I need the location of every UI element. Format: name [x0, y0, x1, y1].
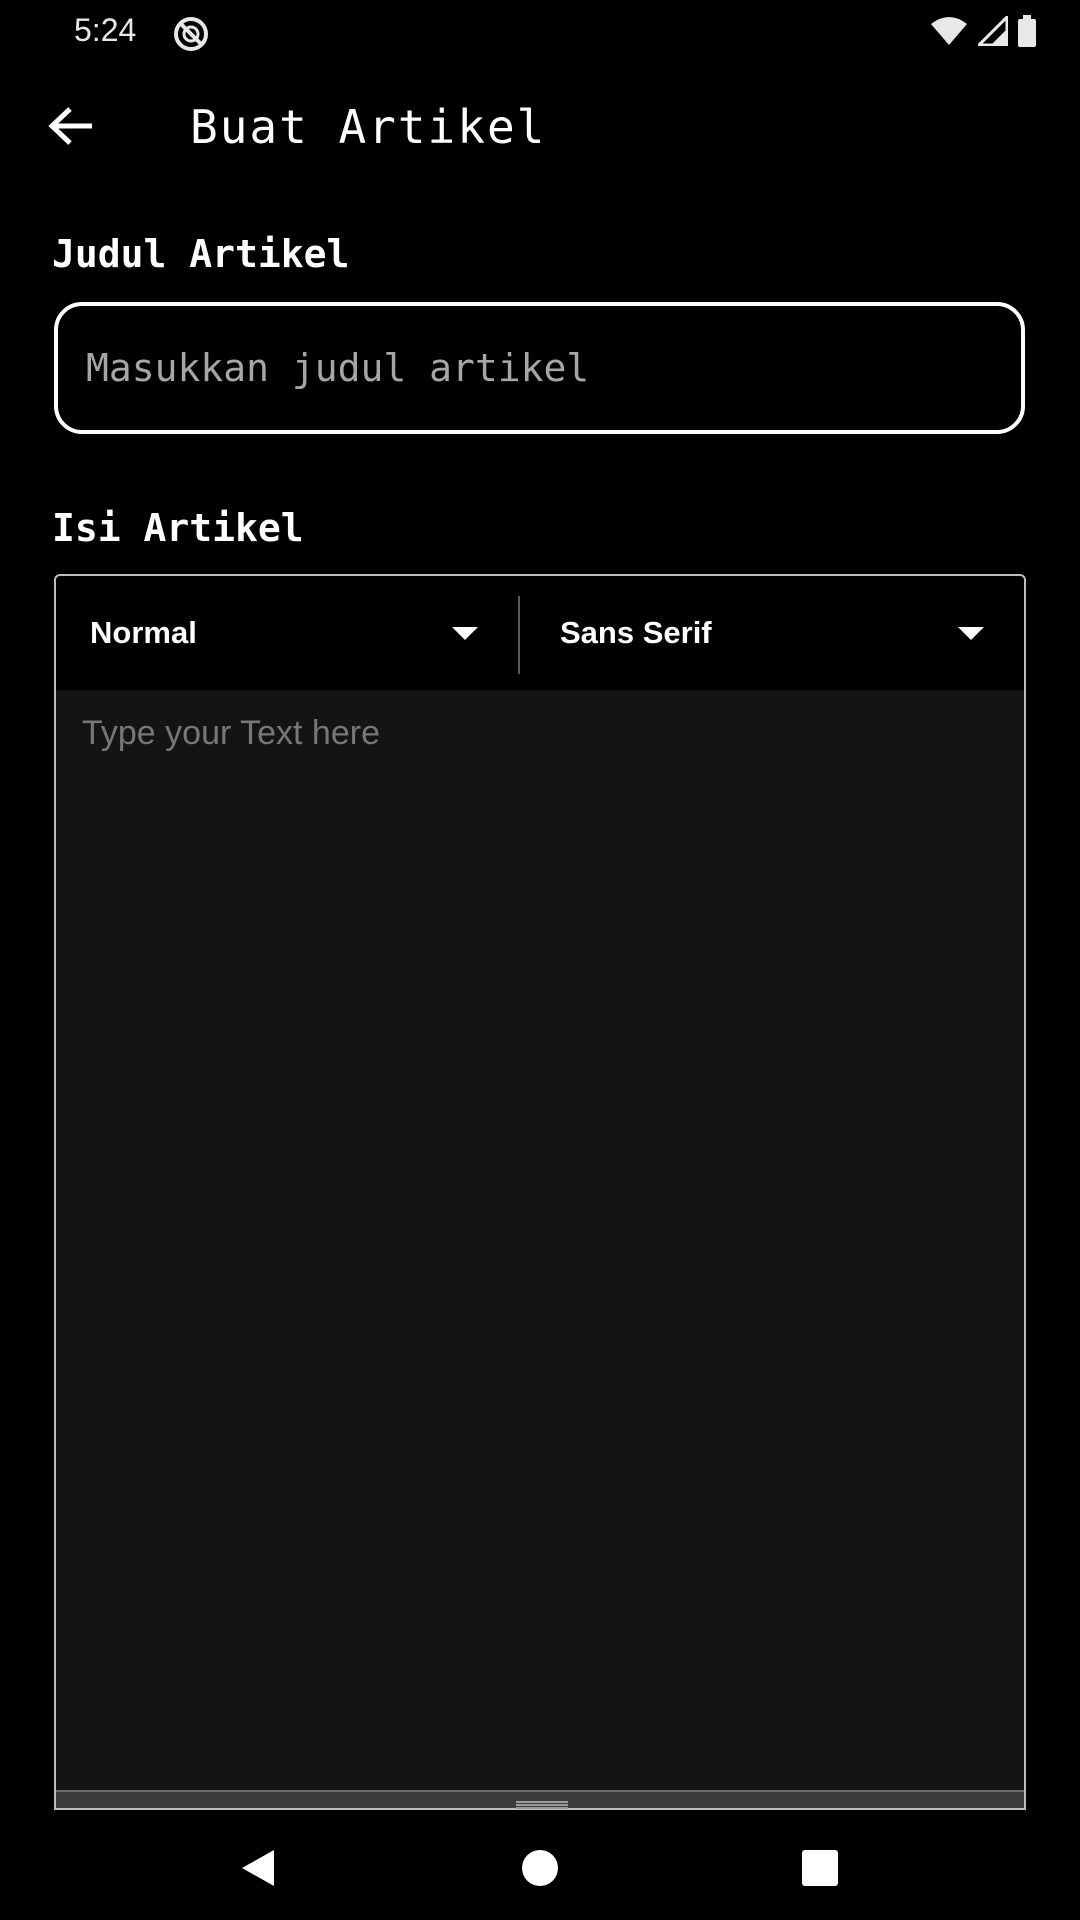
editor-placeholder: Type your Text here	[82, 714, 380, 752]
dnd-icon	[172, 15, 210, 53]
page-title: Buat Artikel	[190, 100, 547, 154]
title-input[interactable]	[58, 306, 1021, 430]
nav-recents-icon	[800, 1848, 840, 1892]
editor-footer	[56, 1790, 1024, 1809]
nav-recents-button[interactable]	[790, 1840, 850, 1900]
editor-text-area[interactable]: Type your Text here	[56, 690, 1024, 1794]
nav-back-button[interactable]	[228, 1840, 288, 1900]
nav-back-icon	[238, 1848, 278, 1892]
content-label: Isi Artikel	[52, 506, 304, 550]
chevron-down-icon	[452, 626, 478, 640]
app-bar: Buat Artikel	[0, 64, 1080, 184]
status-time: 5:24	[74, 12, 137, 48]
navigation-bar	[0, 1812, 1080, 1920]
text-size-selected: Normal	[90, 615, 197, 650]
title-label: Judul Artikel	[52, 232, 350, 276]
wifi-icon	[930, 16, 968, 50]
nav-home-icon	[520, 1848, 560, 1892]
status-bar: 5:24	[0, 0, 1080, 64]
back-button[interactable]	[44, 100, 100, 156]
font-family-dropdown[interactable]: Sans Serif	[518, 576, 1024, 690]
resize-handle-icon[interactable]	[516, 1795, 568, 1809]
screen: 5:24 Buat Artikel Judul Artikel Masukkan…	[0, 0, 1080, 1920]
nav-home-button[interactable]	[510, 1840, 570, 1900]
text-size-dropdown[interactable]: Normal	[56, 576, 518, 690]
chevron-down-icon	[958, 626, 984, 640]
rich-text-editor: Normal Sans Serif Type your Text here	[54, 574, 1026, 1810]
signal-icon	[975, 13, 1009, 50]
editor-toolbar: Normal Sans Serif	[56, 576, 1024, 690]
title-input-container	[54, 302, 1025, 434]
battery-icon	[1018, 15, 1036, 51]
font-family-selected: Sans Serif	[560, 615, 712, 650]
status-icons	[930, 13, 1036, 51]
arrow-left-icon	[48, 106, 96, 150]
